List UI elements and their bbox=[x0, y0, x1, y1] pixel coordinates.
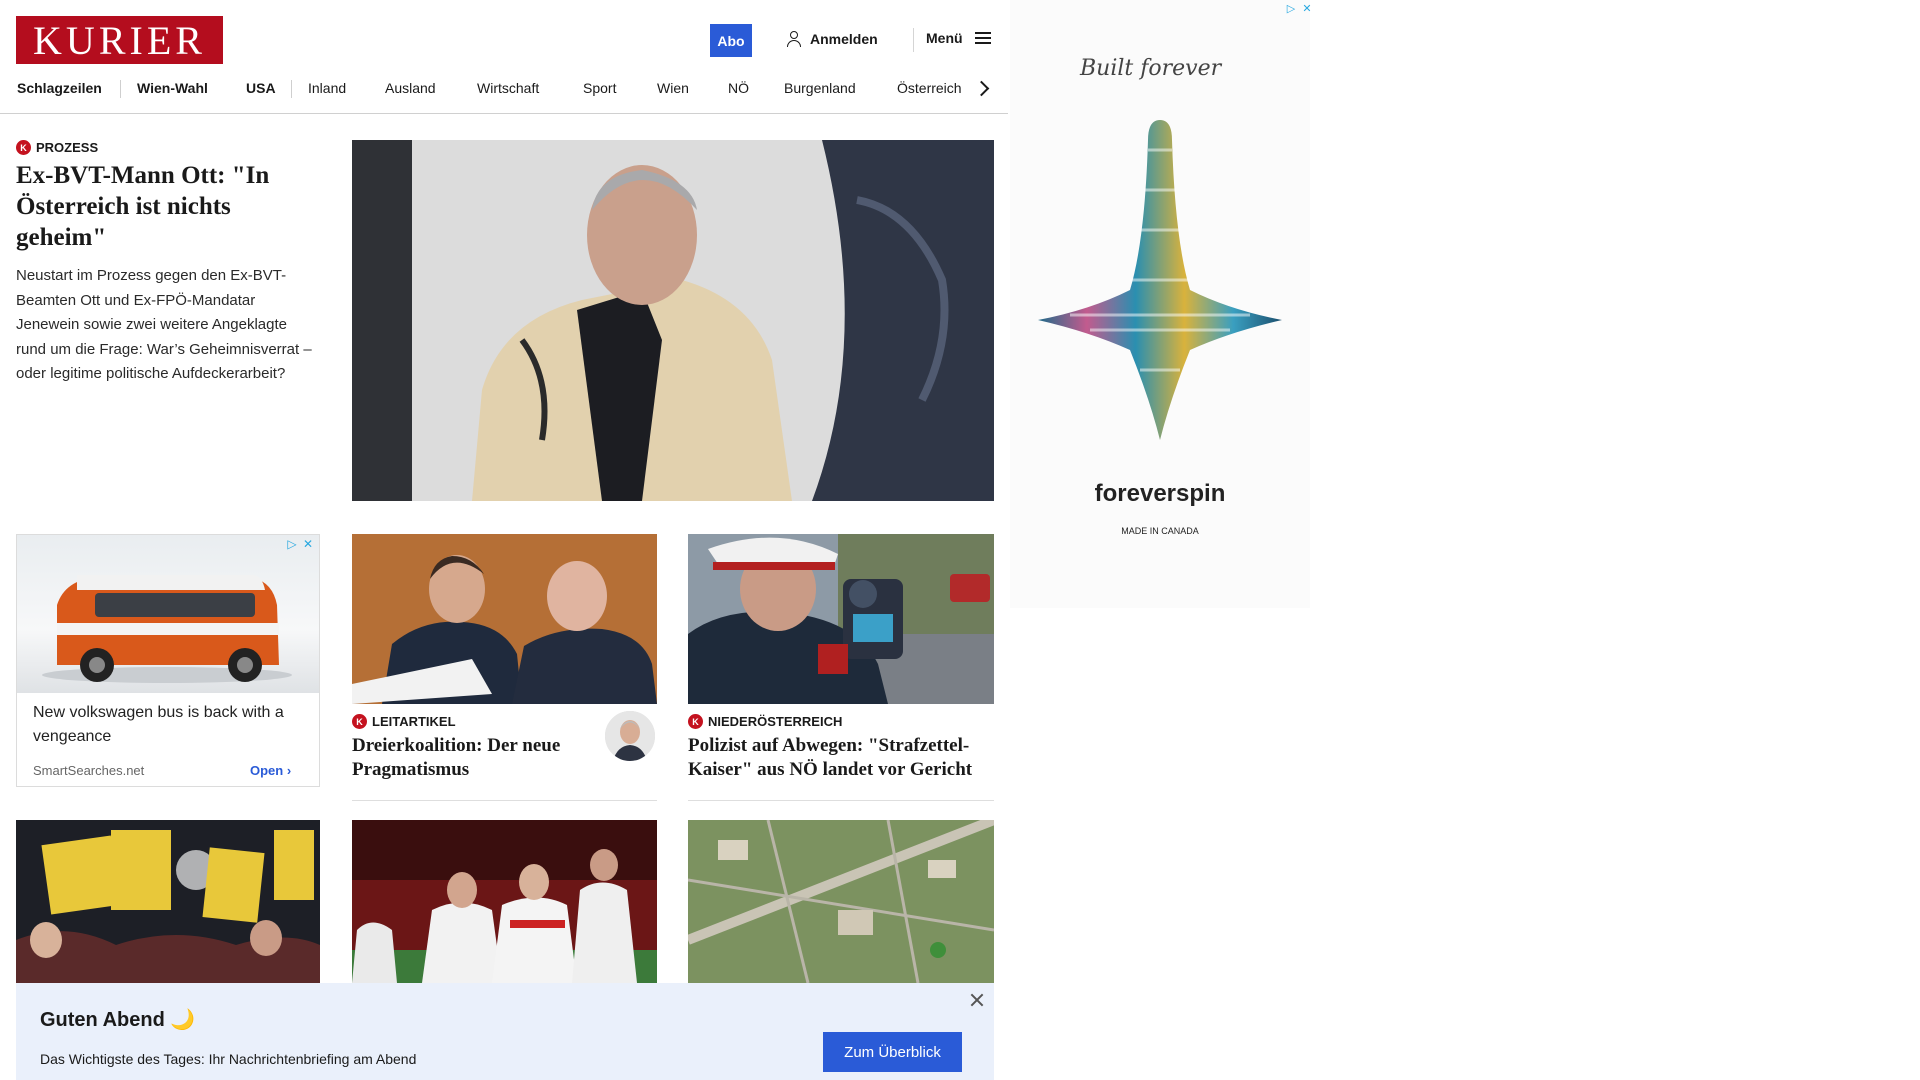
card-kicker-niederoesterreich: K NIEDERÖSTERREICH bbox=[688, 714, 842, 729]
spinning-top-illustration bbox=[1038, 120, 1282, 440]
nav-item-schlagzeilen[interactable]: Schlagzeilen bbox=[17, 80, 102, 96]
abo-button[interactable]: Abo bbox=[710, 24, 752, 57]
login-label: Anmelden bbox=[810, 31, 878, 47]
evening-briefing-banner: Guten Abend 🌙 Das Wichtigste des Tages: … bbox=[16, 983, 994, 1080]
police-radar-illustration bbox=[688, 534, 994, 704]
card-kicker-label: NIEDERÖSTERREICH bbox=[708, 714, 843, 729]
ad-brand: foreverspin bbox=[1094, 480, 1226, 507]
aerial-map-illustration bbox=[688, 820, 994, 983]
card-divider bbox=[688, 800, 994, 801]
card-photo-football[interactable] bbox=[352, 820, 657, 983]
card-photo-demo[interactable] bbox=[16, 820, 320, 983]
briefing-title: Guten Abend 🌙 bbox=[40, 1007, 195, 1032]
kurier-logo[interactable]: KURIER bbox=[16, 16, 223, 64]
lead-photo[interactable] bbox=[352, 140, 994, 501]
nav-item-wien-wahl[interactable]: Wien-Wahl bbox=[137, 80, 208, 96]
lead-kicker-label: PROZESS bbox=[36, 140, 99, 155]
author-portrait bbox=[605, 711, 655, 761]
football-illustration bbox=[352, 820, 657, 983]
protest-illustration bbox=[16, 820, 320, 983]
sponsored-ad-card[interactable]: ▷ ✕ New volkswagen bus is back with a ve… bbox=[16, 534, 320, 787]
nav-item-usa[interactable]: USA bbox=[246, 80, 276, 96]
kurier-plus-icon: K bbox=[16, 140, 31, 155]
close-icon[interactable]: ✕ bbox=[301, 537, 315, 551]
ad-tagline: Built forever bbox=[1080, 56, 1222, 81]
ad-image[interactable] bbox=[17, 535, 319, 693]
close-icon[interactable] bbox=[969, 992, 985, 1008]
chevron-right-icon[interactable] bbox=[976, 79, 988, 99]
ad-made-in: MADE IN CANADA bbox=[1121, 526, 1199, 536]
ad-choices-icon[interactable]: ▷ bbox=[1284, 2, 1298, 16]
card-divider bbox=[352, 800, 657, 801]
author-avatar bbox=[605, 711, 655, 761]
lead-teaser: Neustart im Prozess gegen den Ex-BVT-Bea… bbox=[16, 267, 312, 382]
nav-item-sport[interactable]: Sport bbox=[583, 80, 616, 96]
card-headline-leitartikel[interactable]: Dreierkoalition: Der neue Pragmatismus bbox=[352, 734, 582, 782]
briefing-text: Das Wichtigste des Tages: Ihr Nachrichte… bbox=[40, 1051, 417, 1067]
header-divider bbox=[913, 28, 914, 52]
kurier-plus-icon: K bbox=[352, 714, 367, 729]
login-link[interactable]: Anmelden bbox=[786, 30, 878, 48]
card-photo-niederoesterreich[interactable] bbox=[688, 534, 994, 704]
nav-item-wien[interactable]: Wien bbox=[657, 80, 689, 96]
ad-open-label: Open bbox=[250, 763, 284, 778]
nav-divider bbox=[120, 80, 121, 98]
vw-bus-illustration bbox=[42, 575, 292, 683]
kurier-plus-icon: K bbox=[688, 714, 703, 729]
card-photo-leitartikel[interactable] bbox=[352, 534, 657, 704]
lead-photo-illustration bbox=[352, 140, 994, 501]
lead-headline[interactable]: Ex-BVT-Mann Ott: "In Österreich ist nich… bbox=[16, 160, 316, 253]
nav-divider bbox=[291, 80, 292, 98]
close-icon[interactable]: ✕ bbox=[1300, 2, 1314, 16]
ad-open-link[interactable]: Open › bbox=[250, 763, 291, 778]
briefing-title-text: Guten Abend bbox=[40, 1009, 165, 1031]
card-kicker-label: LEITARTIKEL bbox=[372, 714, 456, 729]
news-site: KURIER Abo Anmelden Menü Schlagzeilen Wi… bbox=[0, 0, 1008, 1080]
nav-item-burgenland[interactable]: Burgenland bbox=[784, 80, 856, 96]
section-nav: Schlagzeilen Wien-Wahl USA Inland Auslan… bbox=[0, 74, 1008, 114]
briefing-overview-button[interactable]: Zum Überblick bbox=[823, 1032, 962, 1072]
card-kicker-leitartikel: K LEITARTIKEL bbox=[352, 714, 456, 729]
ad-headline[interactable]: New volkswagen bus is back with a vengea… bbox=[33, 701, 308, 749]
nav-item-inland[interactable]: Inland bbox=[308, 80, 346, 96]
nav-item-oesterreich[interactable]: Österreich bbox=[897, 80, 962, 96]
card-headline-niederoesterreich[interactable]: Polizist auf Abwegen: "Strafzettel-Kaise… bbox=[688, 734, 994, 782]
menu-label: Menü bbox=[926, 30, 963, 46]
menu-button[interactable]: Menü bbox=[926, 30, 991, 46]
ad-source: SmartSearches.net bbox=[33, 763, 145, 778]
moon-icon: 🌙 bbox=[170, 1009, 196, 1031]
politicians-illustration bbox=[352, 534, 657, 704]
user-icon bbox=[786, 30, 802, 48]
lead-kicker: K PROZESS bbox=[16, 140, 98, 155]
nav-item-wirtschaft[interactable]: Wirtschaft bbox=[477, 80, 539, 96]
hamburger-icon bbox=[974, 31, 991, 45]
nav-item-ausland[interactable]: Ausland bbox=[385, 80, 436, 96]
ad-choices-icon[interactable]: ▷ bbox=[285, 537, 299, 551]
nav-item-noe[interactable]: NÖ bbox=[728, 80, 749, 96]
card-photo-aerial[interactable] bbox=[688, 820, 994, 983]
side-ad-banner[interactable]: ▷ ✕ Built forever foreverspin MADE IN CA… bbox=[1010, 0, 1312, 608]
